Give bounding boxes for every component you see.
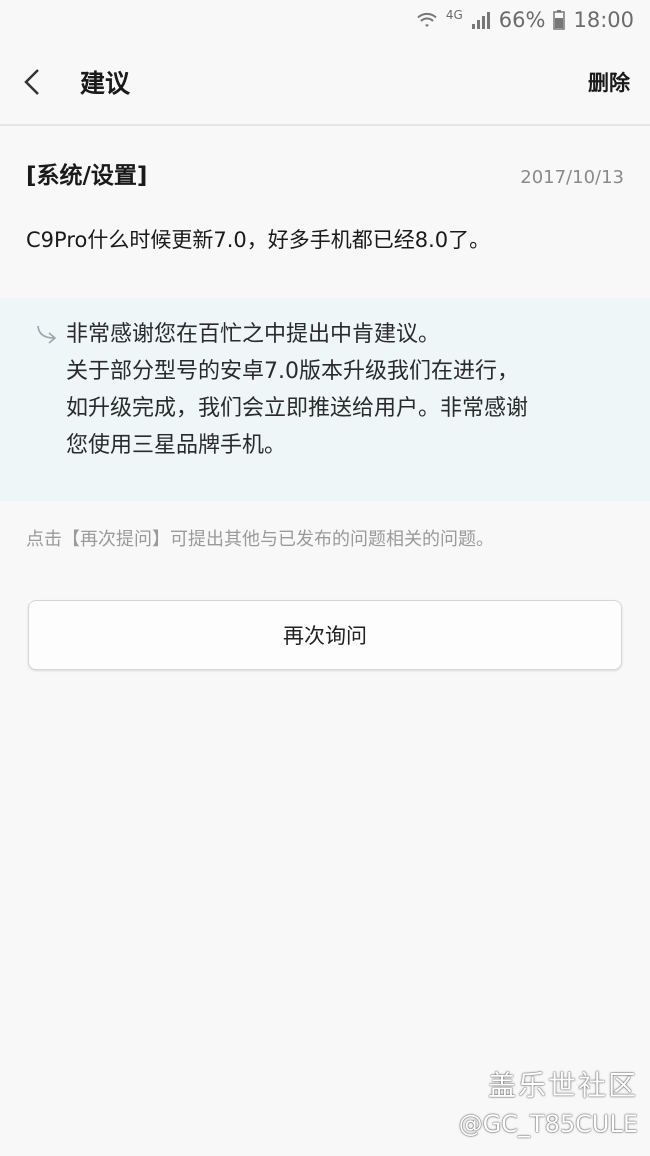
watermark: 盖乐世社区 @GC_T85CULE	[459, 1064, 638, 1138]
back-button[interactable]	[22, 62, 58, 102]
battery-icon	[553, 10, 566, 30]
answer-section: 非常感谢您在百忙之中提出中肯建议。 关于部分型号的安卓7.0版本升级我们在进行，…	[0, 298, 650, 501]
question-text: C9Pro什么时候更新7.0，好多手机都已经8.0了。	[26, 228, 491, 252]
ask-again-hint: 点击【再次提问】可提出其他与已发布的问题相关的问题。	[26, 529, 494, 550]
clock: 18:00	[573, 8, 634, 32]
network-type: 4G	[445, 8, 463, 22]
status-bar: 4G 66% 18:00	[0, 0, 650, 40]
answer-line: 非常感谢您在百忙之中提出中肯建议。	[66, 322, 441, 347]
delete-button[interactable]: 删除	[588, 67, 630, 97]
page-title: 建议	[80, 69, 131, 98]
watermark-title: 盖乐世社区	[487, 1069, 638, 1102]
answer-line: 如升级完成，我们会立即推送给用户。非常感谢	[66, 396, 529, 421]
reply-arrow-icon	[36, 316, 66, 475]
answer-text: 非常感谢您在百忙之中提出中肯建议。 关于部分型号的安卓7.0版本升级我们在进行，…	[66, 316, 528, 475]
signal-icon	[471, 10, 491, 30]
back-arrow-icon	[24, 69, 39, 95]
question-section: [系统/设置] 2017/10/13 C9Pro什么时候更新7.0，好多手机都已…	[0, 126, 650, 298]
answer-line: 您使用三星品牌手机。	[66, 433, 287, 458]
wifi-icon	[416, 10, 438, 30]
question-date: 2017/10/13	[520, 167, 624, 188]
ask-again-button[interactable]: 再次询问	[28, 600, 622, 670]
answer-line: 关于部分型号的安卓7.0版本升级我们在进行，	[66, 359, 519, 384]
app-bar: 建议 删除	[0, 40, 650, 126]
question-category: [系统/设置]	[26, 163, 148, 189]
watermark-user: @GC_T85CULE	[458, 1110, 638, 1138]
battery-percent: 66%	[498, 8, 546, 32]
